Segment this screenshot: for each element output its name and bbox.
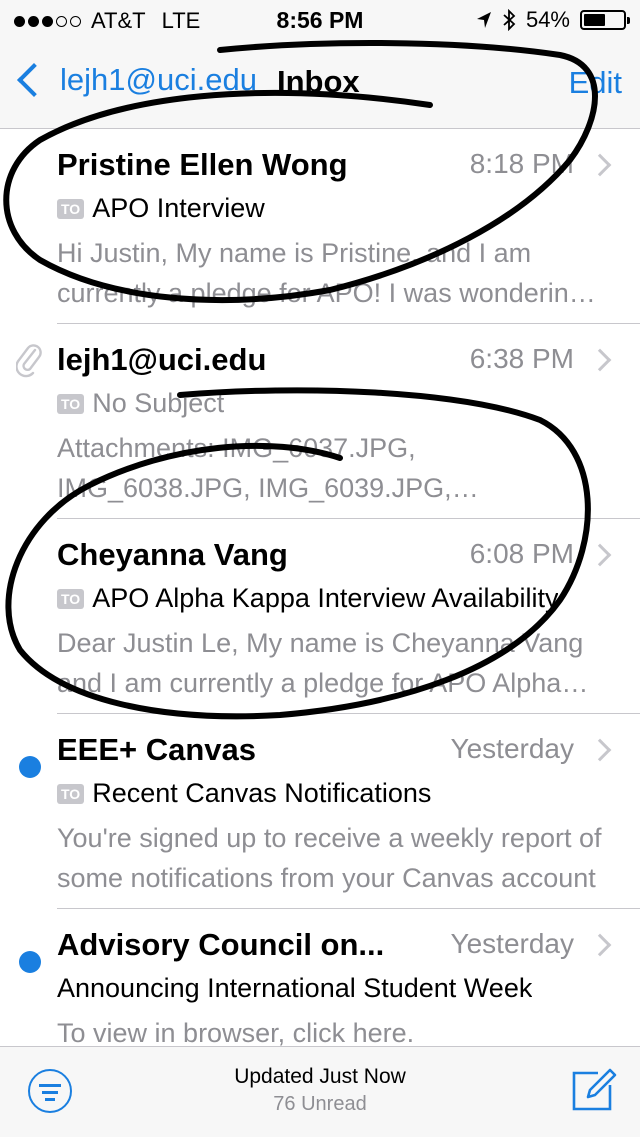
mail-item[interactable]: Pristine Ellen Wong 8:18 PM TO APO Inter… xyxy=(0,129,640,324)
chevron-left-icon xyxy=(17,63,51,97)
sender-name: Pristine Ellen Wong xyxy=(57,147,348,182)
sender-name: lejh1@uci.edu xyxy=(57,342,267,377)
sender-name: Advisory Council on... xyxy=(57,927,385,962)
chevron-right-icon xyxy=(588,543,612,567)
bluetooth-icon xyxy=(503,9,516,31)
paperclip-icon xyxy=(16,344,42,378)
mail-time: 6:08 PM xyxy=(469,538,574,569)
mail-time: 6:38 PM xyxy=(469,343,574,374)
battery-icon xyxy=(580,10,630,30)
mail-item[interactable]: EEE+ Canvas Yesterday TO Recent Canvas N… xyxy=(0,714,640,909)
chevron-right-icon xyxy=(588,738,612,762)
back-button[interactable]: lejh1@uci.edu xyxy=(14,62,257,98)
mail-time: 8:18 PM xyxy=(469,148,574,179)
mail-item[interactable]: Cheyanna Vang 6:08 PM TO APO Alpha Kappa… xyxy=(0,519,640,714)
mail-subject: APO Interview xyxy=(92,193,265,223)
back-label: lejh1@uci.edu xyxy=(60,62,257,97)
bottom-toolbar: Updated Just Now 76 Unread xyxy=(0,1046,640,1137)
mail-subject: No Subject xyxy=(92,388,225,418)
mail-preview: Hi Justin, My name is Pristine, and I am… xyxy=(57,238,605,308)
navigation-bar: lejh1@uci.edu Inbox Edit xyxy=(0,40,640,129)
mail-subject: Recent Canvas Notifications xyxy=(92,778,432,808)
to-badge: TO xyxy=(57,588,85,609)
toolbar-status: Updated Just Now 76 Unread xyxy=(0,1065,640,1116)
mail-preview: Attachments: IMG_6037.JPG, IMG_6038.JPG,… xyxy=(57,433,452,503)
status-right: 54% xyxy=(476,7,630,33)
subject-row: Announcing International Student Week xyxy=(57,973,606,1004)
status-bar: AT&T LTE 8:56 PM 54% xyxy=(0,0,640,40)
mail-item[interactable]: lejh1@uci.edu 6:38 PM TO No Subject Atta… xyxy=(0,324,640,519)
chevron-right-icon xyxy=(588,933,612,957)
mail-subject: Announcing International Student Week xyxy=(57,973,533,1003)
edit-button[interactable]: Edit xyxy=(569,65,622,101)
unread-dot-icon xyxy=(19,951,41,973)
subject-row: TO Recent Canvas Notifications xyxy=(57,778,606,809)
page-title: Inbox xyxy=(277,64,360,99)
subject-row: TO APO Alpha Kappa Interview Availabilit… xyxy=(57,583,606,614)
mail-preview: Dear Justin Le, My name is Cheyanna Vang… xyxy=(57,628,584,698)
location-arrow-icon xyxy=(476,12,491,28)
unread-count: 76 Unread xyxy=(273,1093,367,1115)
update-status: Updated Just Now xyxy=(234,1065,406,1088)
mail-time: Yesterday xyxy=(450,733,575,764)
to-badge: TO xyxy=(57,198,85,219)
sender-name: EEE+ Canvas xyxy=(57,732,257,767)
chevron-right-icon xyxy=(588,348,612,372)
to-badge: TO xyxy=(57,783,85,804)
mail-time: Yesterday xyxy=(450,928,575,959)
unread-dot-icon xyxy=(19,756,41,778)
to-badge: TO xyxy=(57,393,85,414)
sender-name: Cheyanna Vang xyxy=(57,537,288,572)
subject-row: TO No Subject xyxy=(57,388,606,419)
chevron-right-icon xyxy=(588,153,612,177)
compose-icon[interactable] xyxy=(570,1065,618,1113)
mail-preview: You're signed up to receive a weekly rep… xyxy=(57,823,602,893)
battery-percent: 54% xyxy=(525,7,570,32)
mail-subject: APO Alpha Kappa Interview Availability xyxy=(92,583,559,613)
subject-row: TO APO Interview xyxy=(57,193,606,224)
mail-list: Pristine Ellen Wong 8:18 PM TO APO Inter… xyxy=(0,129,640,1104)
